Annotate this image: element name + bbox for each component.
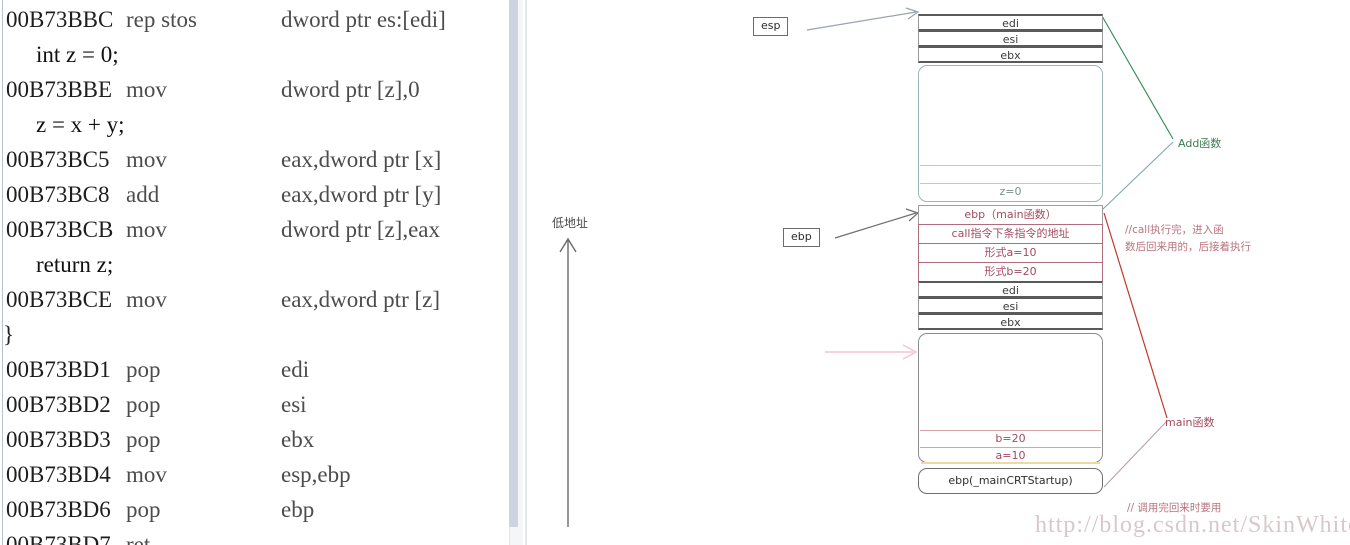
instruction-address: 00B73BD6 xyxy=(6,497,111,522)
disassembly-row[interactable]: 00B73BD1 pop edi xyxy=(0,352,527,387)
disassembly-row[interactable]: 00B73BCB mov dword ptr [z],eax xyxy=(0,212,527,247)
code-scrollbar-thumb[interactable] xyxy=(509,0,518,527)
instruction-mnemonic: pop xyxy=(126,497,161,522)
call-instruction-note: //call执行完，进入函 数后回来用的，后接着执行 xyxy=(1125,222,1251,256)
instruction-mnemonic: mov xyxy=(126,287,167,312)
instruction-address: 00B73BD4 xyxy=(6,462,111,487)
disassembly-row[interactable]: 00B73BCE mov eax,dword ptr [z] xyxy=(0,282,527,317)
instruction-operands: esp,ebp xyxy=(281,462,351,487)
instruction-operands: ebp xyxy=(281,497,315,522)
instruction-mnemonic: pop xyxy=(126,357,161,382)
instruction-operands: eax,dword ptr [y] xyxy=(281,182,442,207)
instruction-address: 00B73BD2 xyxy=(6,392,111,417)
disassembly-row[interactable]: 00B73BBC rep stos dword ptr es:[edi] xyxy=(0,2,527,37)
low-address-arrow-icon xyxy=(559,237,577,527)
instruction-mnemonic: add xyxy=(126,182,160,207)
ebp-pointer-tag: ebp xyxy=(783,228,820,247)
instruction-operands: esi xyxy=(281,392,307,417)
stack-slot-add-edi: edi xyxy=(918,14,1103,31)
add-function-bracket xyxy=(1101,15,1174,211)
instruction-mnemonic: mov xyxy=(126,462,167,487)
instruction-mnemonic: mov xyxy=(126,147,167,172)
low-address-axis: 低地址 xyxy=(540,0,670,545)
stack-slot-main-edi: edi xyxy=(918,281,1103,298)
stack-slot-add-ebx: ebx xyxy=(918,46,1103,63)
instruction-mnemonic: ret xyxy=(126,532,151,545)
esp-pointer-arrow-icon xyxy=(806,7,920,31)
ebp-pointer-arrow-icon xyxy=(834,208,920,239)
instruction-address: 00B73BC8 xyxy=(6,182,110,207)
code-pane-edge xyxy=(525,0,527,545)
instruction-address: 00B73BD3 xyxy=(6,427,111,452)
disassembly-row[interactable]: 00B73BC8 add eax,dword ptr [y] xyxy=(0,177,527,212)
stack-slot-add-esi: esi xyxy=(918,30,1103,47)
instruction-address: 00B73BD7 xyxy=(6,532,111,545)
disassembly-row[interactable]: 00B73BBE mov dword ptr [z],0 xyxy=(0,72,527,107)
instruction-operands: eax,dword ptr [x] xyxy=(281,147,442,172)
instruction-operands: ebx xyxy=(281,427,315,452)
call-note-line-1: //call执行完，进入函 xyxy=(1125,224,1224,236)
add-frame-divider-2 xyxy=(920,183,1101,184)
stack-frame-diagram: esp ebp edi esi ebx z=0 ebp（main函数） call… xyxy=(670,0,1350,545)
disassembly-row[interactable]: 00B73BD2 pop esi xyxy=(0,387,527,422)
main-frame-divider-2 xyxy=(920,447,1101,448)
main-frame-local-a: a=10 xyxy=(995,449,1026,462)
source-line[interactable]: z = x + y; xyxy=(0,107,527,142)
main-frame-baseline xyxy=(921,462,1100,464)
stack-slot-saved-ebp-main: ebp（main函数） xyxy=(918,205,1103,225)
source-line[interactable]: return z; xyxy=(0,247,527,282)
startup-frame-slot: ebp(_mainCRTStartup) xyxy=(918,468,1103,494)
instruction-operands: dword ptr [z],0 xyxy=(281,77,420,102)
instruction-address: 00B73BCB xyxy=(6,217,114,242)
disassembly-row[interactable]: 00B73BD6 pop ebp xyxy=(0,492,527,527)
source-line[interactable]: } xyxy=(0,317,527,352)
stack-slot-return-address: call指令下条指令的地址 xyxy=(918,224,1103,244)
instruction-address: 00B73BCE xyxy=(6,287,113,312)
instruction-mnemonic: pop xyxy=(126,392,161,417)
call-note-line-2: 数后回来用的，后接着执行 xyxy=(1125,241,1251,253)
add-function-frame: z=0 xyxy=(918,65,1103,202)
disassembly-row[interactable]: 00B73BC5 mov eax,dword ptr [x] xyxy=(0,142,527,177)
source-line[interactable]: int z = 0; xyxy=(0,37,527,72)
add-frame-local-z: z=0 xyxy=(999,185,1022,198)
instruction-mnemonic: mov xyxy=(126,77,167,102)
disassembly-row[interactable]: 00B73BD4 mov esp,ebp xyxy=(0,457,527,492)
disassembly-row[interactable]: 00B73BD3 pop ebx xyxy=(0,422,527,457)
instruction-operands: edi xyxy=(281,357,310,382)
stack-column: edi esi ebx z=0 ebp（main函数） call指令下条指令的地… xyxy=(918,14,1103,494)
disassembly-row[interactable]: 00B73BD7 ret xyxy=(0,527,527,545)
add-function-label: Add函数 xyxy=(1178,137,1222,150)
low-address-label: 低地址 xyxy=(552,216,589,230)
esp-pointer-tag: esp xyxy=(753,17,789,36)
instruction-mnemonic: rep stos xyxy=(126,7,197,32)
stack-slot-param-b: 形式b=20 xyxy=(918,262,1103,282)
code-scrollbar-track[interactable] xyxy=(509,0,523,545)
instruction-operands: dword ptr [z],eax xyxy=(281,217,441,242)
stack-slot-main-esi: esi xyxy=(918,297,1103,314)
main-function-label: main函数 xyxy=(1165,416,1215,429)
csdn-watermark: http://blog.csdn.net/SkinWhite xyxy=(1035,512,1350,538)
add-frame-divider-1 xyxy=(920,165,1101,166)
instruction-mnemonic: mov xyxy=(126,217,167,242)
disassembly-pane[interactable]: 00B73BBC rep stos dword ptr es:[edi] int z … xyxy=(0,0,527,545)
instruction-mnemonic: pop xyxy=(126,427,161,452)
instruction-address: 00B73BBE xyxy=(6,77,113,102)
main-frame-pointer-arrow-icon xyxy=(825,344,918,360)
instruction-operands: dword ptr es:[edi] xyxy=(281,7,446,32)
stack-slot-main-ebx: ebx xyxy=(918,313,1103,330)
main-frame-local-b: b=20 xyxy=(995,432,1026,445)
disassembly-line-list: 00B73BBC rep stos dword ptr es:[edi] int z … xyxy=(0,2,527,545)
instruction-address: 00B73BBC xyxy=(6,7,114,32)
instruction-operands: eax,dword ptr [z] xyxy=(281,287,441,312)
instruction-address: 00B73BD1 xyxy=(6,357,111,382)
instruction-address: 00B73BC5 xyxy=(6,147,110,172)
stack-slot-param-a: 形式a=10 xyxy=(918,243,1103,263)
main-frame-divider-1 xyxy=(920,430,1101,431)
main-function-frame: b=20 a=10 xyxy=(918,333,1103,464)
